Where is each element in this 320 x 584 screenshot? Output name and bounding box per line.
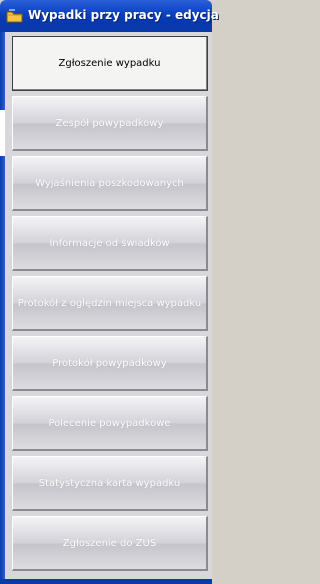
title-bar[interactable]: Wypadki przy pracy - edycja — [0, 0, 219, 32]
main-window: Wypadki przy pracy - edycja Zgłoszenie w… — [0, 0, 219, 584]
button-protokol-z-ogledzin[interactable]: Protokół z oględzin miejsca wypadku — [12, 276, 208, 331]
window-bottom-border — [0, 579, 212, 584]
window-title: Wypadki przy pracy - edycja — [28, 8, 219, 22]
button-statystyczna-karta-wypadku[interactable]: Statystyczna karta wypadku — [12, 456, 208, 511]
button-zespol-powypadkowy[interactable]: Zespół powypadkowy — [12, 96, 208, 151]
button-zgloszenie-do-zus[interactable]: Zgłoszenie do ZUS — [12, 516, 208, 571]
button-wyjasnienia-poszkodowanych[interactable]: Wyjaśnienia poszkodowanych — [12, 156, 208, 211]
button-protokol-powypadkowy[interactable]: Protokół powypadkowy — [12, 336, 208, 391]
button-polecenie-powypadkowe[interactable]: Polecenie powypadkowe — [12, 396, 208, 451]
button-informacje-od-swiadkow[interactable]: Informacje od świadków — [12, 216, 208, 271]
button-zgloszenie-wypadku[interactable]: Zgłoszenie wypadku — [12, 36, 208, 91]
folder-icon — [6, 9, 23, 23]
